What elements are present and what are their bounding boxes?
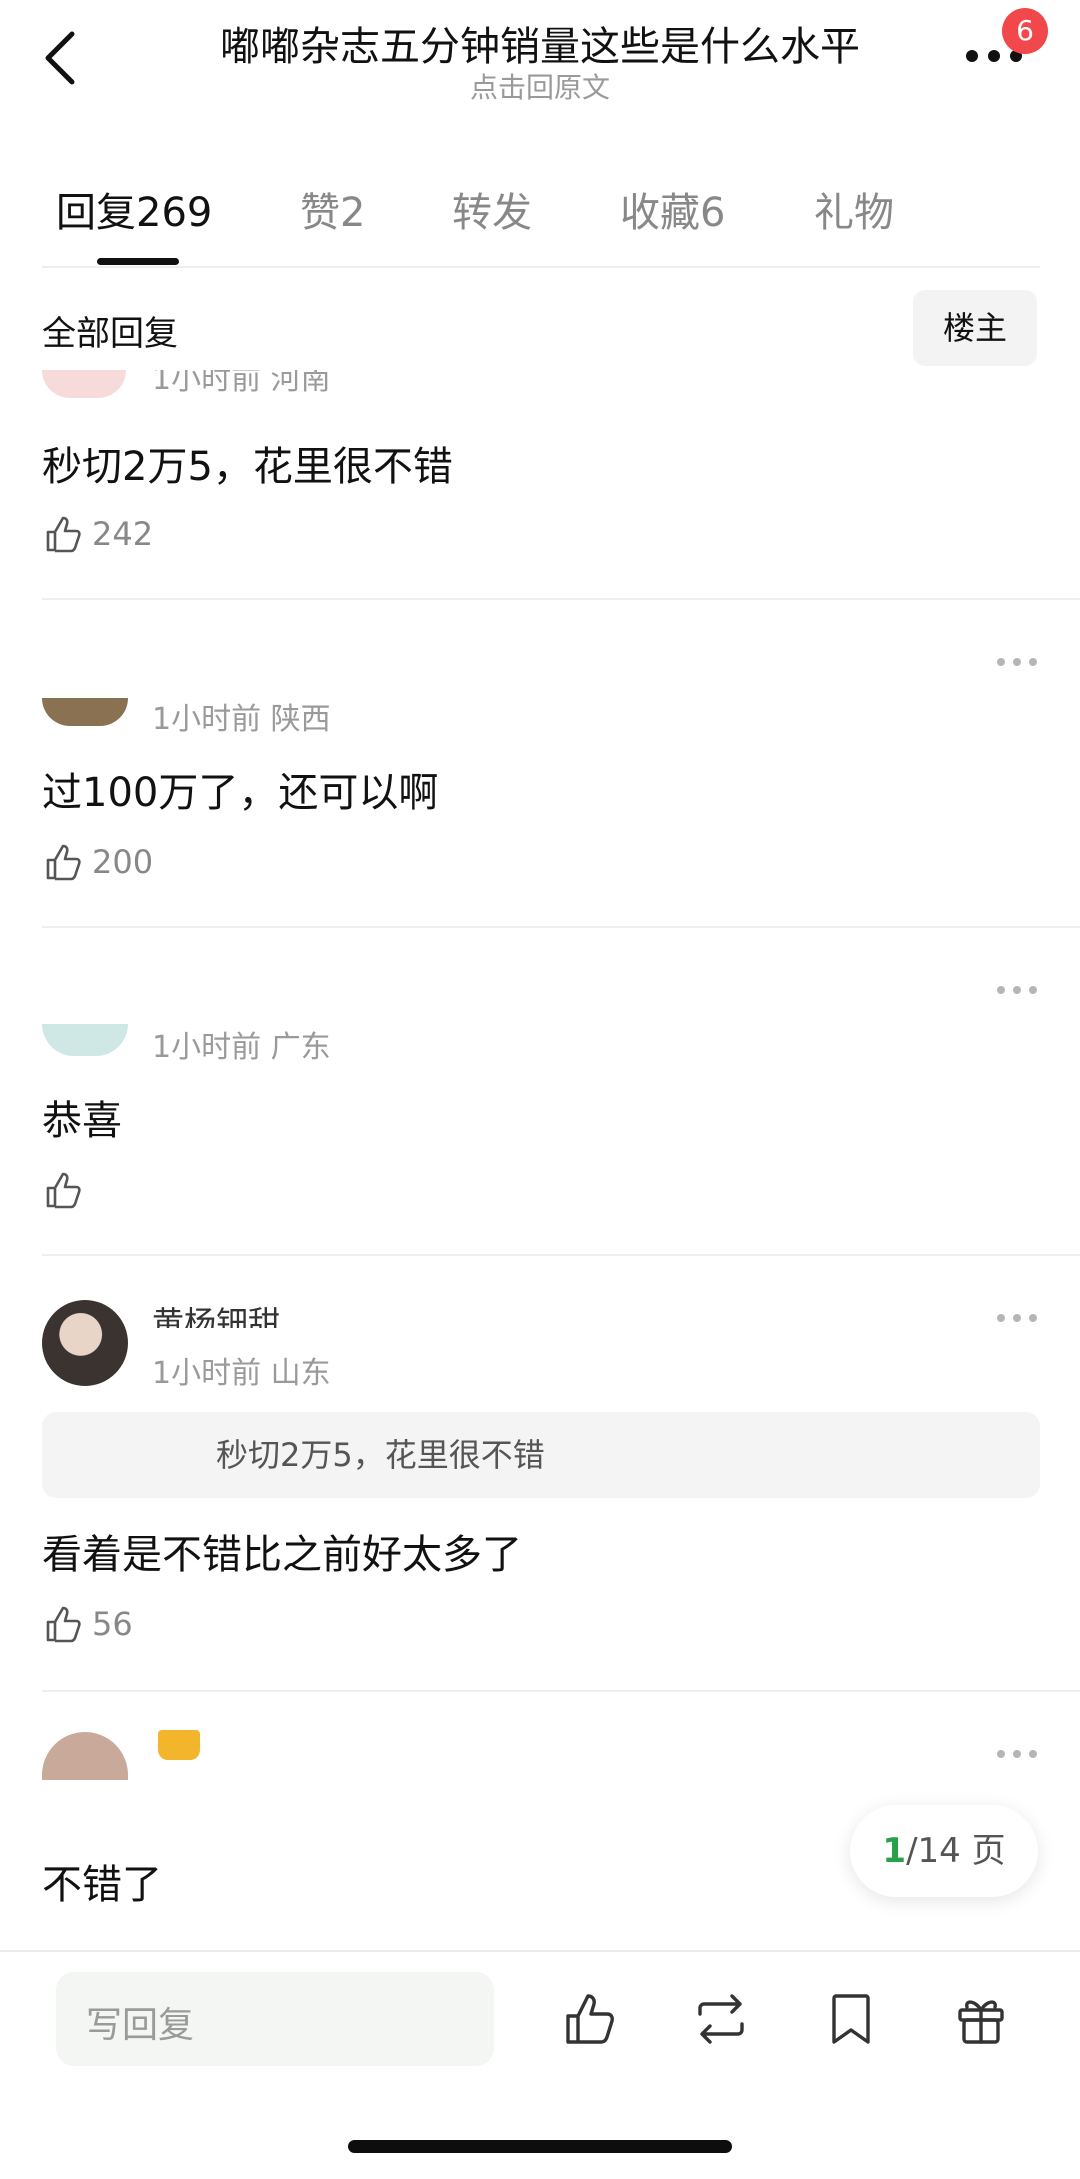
- bookmark-icon[interactable]: [822, 1990, 880, 2048]
- page-indicator[interactable]: 1/14 页: [850, 1805, 1038, 1897]
- comment-more-icon[interactable]: [995, 982, 1039, 998]
- avatar[interactable]: [42, 698, 128, 726]
- divider: [42, 266, 1040, 268]
- notification-badge: 6: [1002, 8, 1048, 54]
- like-button[interactable]: [42, 1168, 92, 1212]
- comment-more-icon[interactable]: [995, 1746, 1039, 1762]
- tab-likes[interactable]: 赞2: [300, 180, 365, 238]
- page-title: 嘟嘟杂志五分钟销量这些是什么水平: [220, 24, 860, 70]
- tab-replies[interactable]: 回复269: [56, 180, 212, 238]
- tab-count: 269: [136, 190, 213, 236]
- all-replies-label: 全部回复: [42, 314, 178, 354]
- like-count: 242: [92, 515, 154, 553]
- username[interactable]: 黄杨钿甜: [152, 1298, 280, 1328]
- comment-text: 看着是不错比之前好太多了: [42, 1532, 522, 1578]
- tab-favorites[interactable]: 收藏6: [620, 180, 725, 238]
- tab-count: 6: [700, 190, 726, 236]
- comment-text: 恭喜: [42, 1098, 122, 1144]
- comment-meta: 1小时前 山东: [152, 1356, 331, 1391]
- tab-label: 转发: [452, 190, 532, 236]
- thumbs-up-icon[interactable]: [562, 1990, 620, 2048]
- reply-placeholder: 写回复: [86, 2005, 195, 2046]
- tab-count: 2: [340, 190, 366, 236]
- like-count: 200: [92, 843, 154, 881]
- like-button[interactable]: 56: [42, 1602, 133, 1646]
- gift-icon[interactable]: [952, 1990, 1010, 2048]
- comment-text: 过100万了，还可以啊: [42, 770, 439, 816]
- current-page: 1: [882, 1831, 907, 1871]
- divider: [42, 926, 1080, 928]
- thumbs-up-icon: [46, 1606, 81, 1643]
- tab-label: 礼物: [814, 190, 894, 236]
- like-count: 56: [92, 1605, 133, 1643]
- fries-emoji-icon: [158, 1730, 200, 1760]
- comment-more-icon[interactable]: [995, 1310, 1039, 1326]
- comment-text: 秒切2万5，花里很不错: [42, 444, 453, 490]
- divider: [42, 1690, 1080, 1692]
- comment-text: 不错了: [42, 1862, 162, 1908]
- avatar[interactable]: [42, 1732, 128, 1780]
- divider: [42, 598, 1080, 600]
- quoted-reply-text: 秒切2万5，花里很不错: [216, 1436, 545, 1474]
- tab-label: 回复: [56, 190, 136, 236]
- like-button[interactable]: 200: [42, 840, 153, 884]
- comment-more-icon[interactable]: [995, 654, 1039, 670]
- avatar[interactable]: [42, 1300, 128, 1386]
- home-indicator: [348, 2140, 732, 2153]
- like-button[interactable]: 242: [42, 512, 153, 556]
- tab-gifts[interactable]: 礼物: [814, 180, 894, 238]
- thumbs-up-icon: [46, 844, 81, 881]
- avatar[interactable]: [42, 1024, 128, 1056]
- comment-meta: 1小时前 广东: [152, 1030, 331, 1065]
- divider: [42, 1254, 1080, 1256]
- total-pages: /14 页: [906, 1831, 1006, 1871]
- avatar[interactable]: [42, 370, 126, 398]
- comment-meta: 1小时前 河南: [152, 370, 331, 397]
- chevron-left-icon[interactable]: [36, 28, 86, 88]
- repost-icon[interactable]: [692, 1990, 750, 2048]
- active-tab-indicator: [97, 258, 179, 265]
- tab-label: 赞: [300, 190, 340, 236]
- view-original-link[interactable]: 点击回原文: [160, 66, 920, 106]
- divider: [0, 1950, 1080, 1952]
- thumbs-up-icon: [46, 1172, 81, 1209]
- thumbs-up-icon: [46, 516, 81, 553]
- op-only-button[interactable]: 楼主: [913, 290, 1037, 366]
- tab-label: 收藏: [620, 190, 700, 236]
- tab-reposts[interactable]: 转发: [452, 180, 532, 238]
- comment-meta: 1小时前 陕西: [152, 702, 331, 737]
